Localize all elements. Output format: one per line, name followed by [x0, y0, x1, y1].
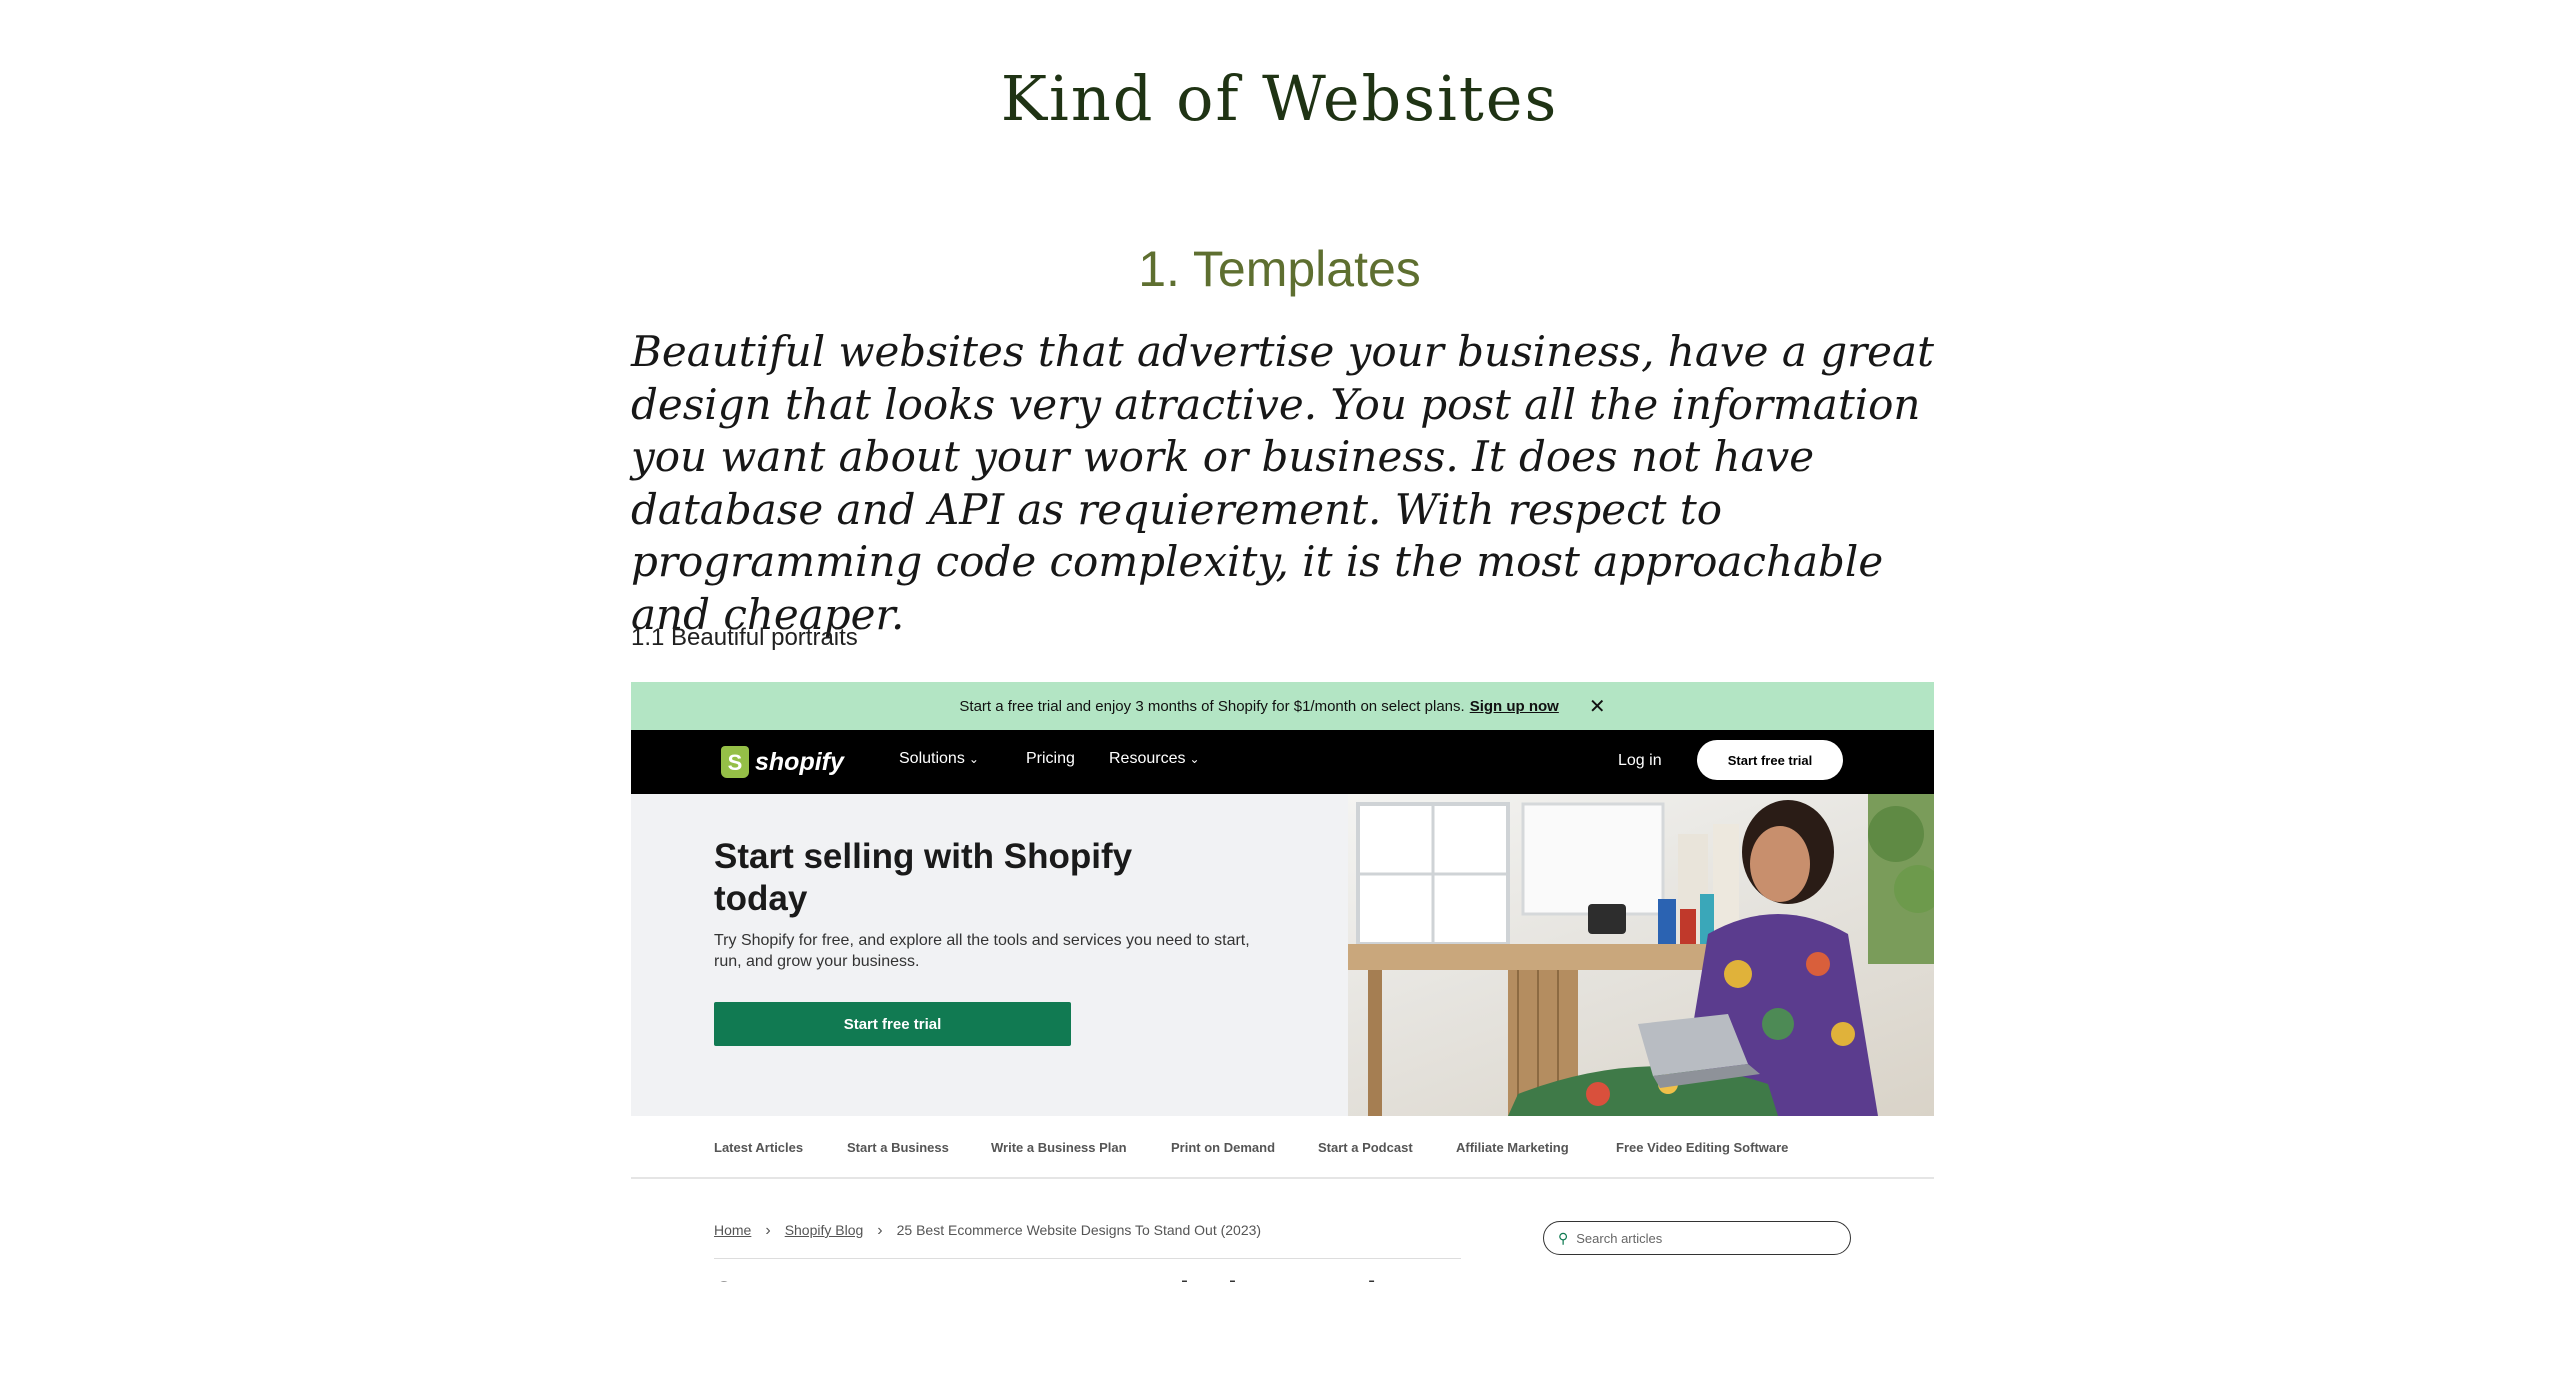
nav-item-label: Resources	[1109, 750, 1186, 767]
search-placeholder: Search articles	[1576, 1230, 1663, 1246]
breadcrumb: Home › Shopify Blog › 25 Best Ecommerce Webs…	[714, 1222, 1261, 1240]
logo-wordmark: shopify	[755, 747, 844, 776]
article-heading-partial: 25 Best Ecommerce Website Design To	[714, 1274, 1490, 1282]
hero-photo	[1348, 794, 1934, 1116]
promo-banner: Start a free trial and enjoy 3 months of…	[631, 682, 1934, 730]
topic-link[interactable]: Free Video Editing Software	[1616, 1140, 1788, 1155]
topic-link[interactable]: Print on Demand	[1171, 1140, 1275, 1155]
breadcrumb-divider	[714, 1258, 1461, 1259]
breadcrumb-current: 25 Best Ecommerce Website Designs To Sta…	[896, 1222, 1262, 1238]
shopify-bag-icon: S	[721, 746, 749, 778]
chevron-right-icon: ›	[877, 1222, 883, 1239]
section-heading: 1. Templates	[1138, 241, 1421, 297]
nav-item-label: Pricing	[1026, 750, 1075, 767]
search-input[interactable]: ⚲ Search articles	[1543, 1221, 1851, 1255]
topic-link[interactable]: Write a Business Plan	[991, 1140, 1127, 1155]
topic-link[interactable]: Start a Podcast	[1318, 1140, 1413, 1155]
breadcrumb-home[interactable]: Home	[714, 1222, 751, 1238]
breadcrumb-blog[interactable]: Shopify Blog	[785, 1222, 864, 1238]
hero-section: Start selling with Shopify today Try Sho…	[631, 794, 1348, 1116]
shopify-screenshot: Start a free trial and enjoy 3 months of…	[631, 682, 1934, 1282]
shopify-logo[interactable]: S shopify	[721, 745, 844, 779]
nav-item-label: Solutions	[899, 750, 965, 767]
promo-text: Start a free trial and enjoy 3 months of…	[959, 697, 1465, 715]
nav-item-pricing[interactable]: Pricing	[1026, 750, 1075, 768]
slide-title: Kind of Websites	[1000, 62, 1559, 135]
hero-start-trial-button[interactable]: Start free trial	[714, 1002, 1071, 1046]
hero-subtitle: Try Shopify for free, and explore all th…	[714, 932, 1250, 970]
sign-up-link[interactable]: Sign up now	[1470, 698, 1559, 715]
chevron-down-icon: ⌄	[1189, 752, 1200, 766]
nav-item-solutions[interactable]: Solutions ⌄	[899, 750, 979, 768]
nav-item-resources[interactable]: Resources ⌄	[1109, 750, 1200, 768]
chevron-down-icon: ⌄	[968, 752, 979, 766]
close-icon[interactable]: ✕	[1589, 694, 1606, 719]
chevron-right-icon: ›	[765, 1222, 771, 1239]
topic-navigation: Latest Articles Start a Business Write a…	[631, 1116, 1934, 1179]
topic-link[interactable]: Affiliate Marketing	[1456, 1140, 1569, 1155]
hero-title: Start selling with Shopify today	[714, 837, 1133, 918]
login-link[interactable]: Log in	[1618, 752, 1662, 770]
subsection-heading: 1.1 Beautiful portraits	[631, 624, 858, 651]
search-icon: ⚲	[1558, 1229, 1569, 1246]
top-navigation: S shopify Solutions ⌄ Pricing Resources ⌄ …	[631, 730, 1934, 794]
section-description: Beautiful websites that advertise your b…	[631, 327, 1934, 639]
topic-link[interactable]: Start a Business	[847, 1140, 949, 1155]
nav-start-trial-button[interactable]: Start free trial	[1697, 740, 1843, 780]
topic-link[interactable]: Latest Articles	[714, 1140, 803, 1155]
woman-with-laptop-illustration	[1348, 794, 1934, 1116]
